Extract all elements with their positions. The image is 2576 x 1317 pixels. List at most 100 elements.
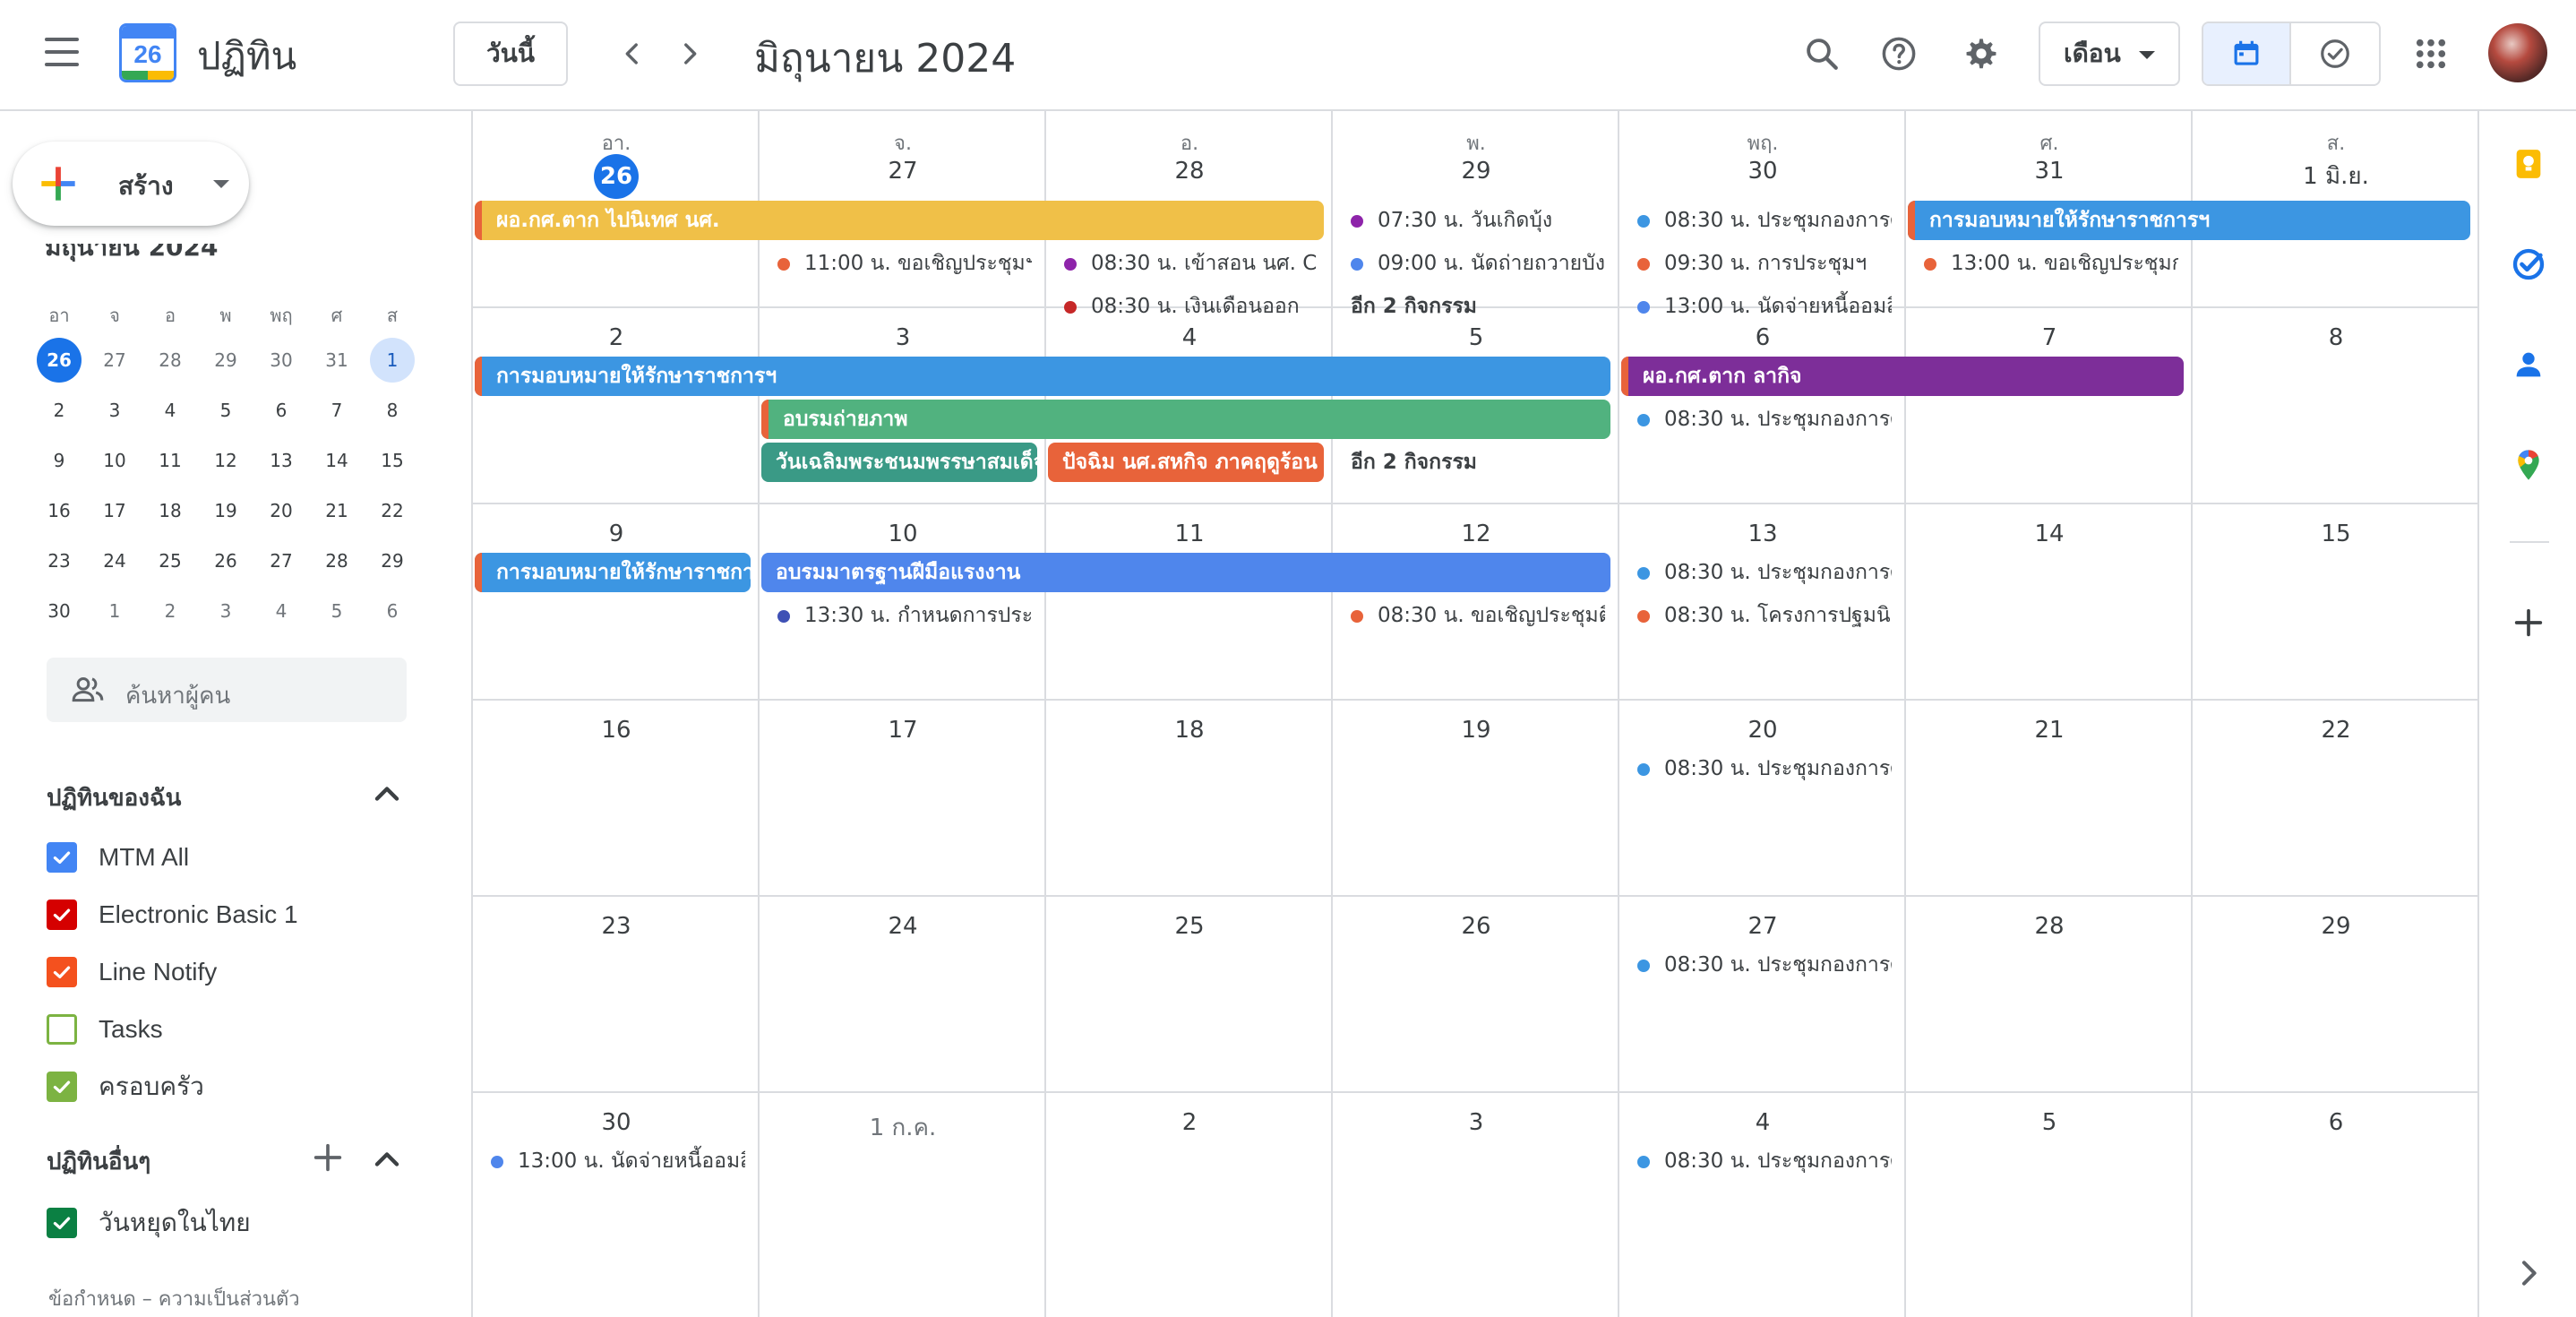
calendar-logo-icon[interactable]: 26 <box>119 23 176 82</box>
day-number[interactable]: 24 <box>760 913 1046 940</box>
all-day-event-chip[interactable]: ปัจฉิม นศ.สหกิจ ภาคฤดูร้อน <box>1048 443 1324 482</box>
day-number[interactable]: 25 <box>1046 913 1333 940</box>
mini-calendar-day[interactable]: 20 <box>259 488 304 533</box>
mini-calendar-day[interactable]: 5 <box>314 589 359 633</box>
day-number[interactable]: 5 <box>1333 324 1619 351</box>
day-number[interactable]: 3 <box>760 324 1046 351</box>
mini-calendar-day[interactable]: 5 <box>203 388 248 433</box>
more-events-link[interactable]: อีก 2 กิจกรรม <box>1333 287 1477 326</box>
day-number[interactable]: 13 <box>1619 521 1906 547</box>
mini-calendar-day[interactable]: 2 <box>37 388 82 433</box>
mini-calendar-day[interactable]: 18 <box>148 488 193 533</box>
timed-event-chip[interactable]: 08:30 น. ประชุมกองการศึกษา <box>1619 201 1892 240</box>
other-calendars-title[interactable]: ปฏิทินอื่นๆ <box>47 1143 150 1180</box>
calendar-item[interactable]: ครอบครัว <box>47 1064 204 1109</box>
day-number[interactable]: 11 <box>1046 521 1333 547</box>
timed-event-chip[interactable]: 09:30 น. การประชุมฯ <box>1619 244 1892 283</box>
mini-calendar-day[interactable]: 23 <box>37 538 82 583</box>
day-number[interactable]: 29 <box>2193 913 2479 940</box>
day-number[interactable]: 30 <box>1619 158 1906 185</box>
day-number[interactable]: 8 <box>2193 324 2479 351</box>
people-search-input[interactable]: ค้นหาผู้คน <box>47 658 407 722</box>
mini-calendar-day[interactable]: 16 <box>37 488 82 533</box>
timed-event-chip[interactable]: 08:30 น. ขอเชิญประชุมติดตาม <box>1333 596 1605 635</box>
day-number[interactable]: 12 <box>1333 521 1619 547</box>
day-number[interactable]: 9 <box>473 521 760 547</box>
day-number[interactable]: 22 <box>2193 717 2479 744</box>
create-dropdown-chevron-icon[interactable] <box>213 180 229 188</box>
mini-calendar-day[interactable]: 26 <box>37 338 82 383</box>
timed-event-chip[interactable]: 08:30 น. ประชุมกองการศึกษา <box>1619 400 1892 439</box>
mini-calendar-day[interactable]: 28 <box>148 338 193 383</box>
day-number[interactable]: 2 <box>1046 1109 1333 1136</box>
checkbox-checked-icon[interactable] <box>47 1208 77 1238</box>
mini-calendar-day[interactable]: 4 <box>148 388 193 433</box>
mini-calendar-day[interactable]: 1 <box>370 338 415 383</box>
all-day-event-chip[interactable]: การมอบหมายให้รักษาราชการฯ <box>475 553 751 592</box>
mini-calendar-day[interactable]: 10 <box>92 438 137 483</box>
day-number[interactable]: 26 <box>1333 913 1619 940</box>
maps-icon[interactable] <box>2506 443 2551 487</box>
mini-calendar-day[interactable]: 12 <box>203 438 248 483</box>
main-menu-icon[interactable] <box>39 34 84 73</box>
day-number[interactable]: 7 <box>1906 324 2193 351</box>
mini-calendar-day[interactable]: 7 <box>314 388 359 433</box>
mini-calendar-day[interactable]: 1 <box>92 589 137 633</box>
day-number[interactable]: 4 <box>1046 324 1333 351</box>
timed-event-chip[interactable]: 13:00 น. ขอเชิญประชุมการ <box>1906 244 2178 283</box>
day-number[interactable]: 29 <box>1333 158 1619 185</box>
mini-calendar-day[interactable]: 17 <box>92 488 137 533</box>
settings-gear-icon[interactable] <box>1954 27 2008 81</box>
previous-month-icon[interactable] <box>609 30 656 77</box>
mini-calendar-day[interactable]: 30 <box>259 338 304 383</box>
checkbox-checked-icon[interactable] <box>47 842 77 873</box>
checkbox-checked-icon[interactable] <box>47 1072 77 1102</box>
timed-event-chip[interactable]: 13:30 น. กำหนดการประชุม <box>760 596 1032 635</box>
day-number[interactable]: 18 <box>1046 717 1333 744</box>
timed-event-chip[interactable]: 08:30 น. โครงการปฐมนิเทศ <box>1619 596 1892 635</box>
day-number[interactable]: 5 <box>1906 1109 2193 1136</box>
day-number[interactable]: 20 <box>1619 717 1906 744</box>
day-number[interactable]: 31 <box>1906 158 2193 185</box>
all-day-event-chip[interactable]: ผอ.กศ.ตาก ไปนิเทศ นศ. <box>475 201 1324 240</box>
checkbox-unchecked-icon[interactable] <box>47 1014 77 1045</box>
day-number[interactable]: 6 <box>2193 1109 2479 1136</box>
timed-event-chip[interactable]: 08:30 น. ประชุมกองการศึกษา <box>1619 749 1892 788</box>
add-other-calendar-plus-icon[interactable] <box>310 1140 346 1175</box>
day-number[interactable]: 14 <box>1906 521 2193 547</box>
mini-calendar-day[interactable]: 6 <box>259 388 304 433</box>
timed-event-chip[interactable]: 13:00 น. นัดจ่ายหนี้ออมสิน <box>1619 287 1892 326</box>
timed-event-chip[interactable]: 09:00 น. นัดถ่ายถวายบังคม <box>1333 244 1605 283</box>
mini-calendar-day[interactable]: 15 <box>370 438 415 483</box>
all-day-event-chip[interactable]: ผอ.กศ.ตาก ลากิจ <box>1621 357 2184 396</box>
next-month-icon[interactable] <box>666 30 713 77</box>
mini-calendar-day[interactable]: 27 <box>259 538 304 583</box>
timed-event-chip[interactable]: 07:30 น. วันเกิดบุ้ง <box>1333 201 1605 240</box>
mini-calendar-day[interactable]: 28 <box>314 538 359 583</box>
mini-calendar-day[interactable]: 30 <box>37 589 82 633</box>
tasks-icon[interactable] <box>2506 242 2551 287</box>
day-number[interactable]: 28 <box>1906 913 2193 940</box>
day-number[interactable]: 1 มิ.ย. <box>2193 158 2479 194</box>
day-number[interactable]: 30 <box>473 1109 760 1136</box>
tasks-view-toggle-icon[interactable] <box>2291 23 2379 84</box>
create-button[interactable]: สร้าง <box>13 142 249 226</box>
all-day-event-chip[interactable]: การมอบหมายให้รักษาราชการฯ <box>475 357 1610 396</box>
mini-calendar-day[interactable]: 24 <box>92 538 137 583</box>
day-number[interactable]: 2 <box>473 324 760 351</box>
checkbox-checked-icon[interactable] <box>47 900 77 930</box>
day-number[interactable]: 27 <box>1619 913 1906 940</box>
mini-calendar-day[interactable]: 29 <box>370 538 415 583</box>
day-number[interactable]: 23 <box>473 913 760 940</box>
terms-privacy-links[interactable]: ข้อกำหนด – ความเป็นส่วนตัว <box>48 1283 300 1314</box>
contacts-icon[interactable] <box>2506 342 2551 387</box>
mini-calendar-day[interactable]: 27 <box>92 338 137 383</box>
day-number[interactable]: 16 <box>473 717 760 744</box>
mini-calendar-day[interactable]: 31 <box>314 338 359 383</box>
mini-calendar-day[interactable]: 4 <box>259 589 304 633</box>
today-date-number[interactable]: 26 <box>594 154 639 199</box>
day-number[interactable]: 28 <box>1046 158 1333 185</box>
keep-icon[interactable] <box>2506 142 2551 186</box>
timed-event-chip[interactable]: 08:30 น. เข้าสอน นศ. CP <box>1046 244 1318 283</box>
calendar-item[interactable]: วันหยุดในไทย <box>47 1201 251 1245</box>
